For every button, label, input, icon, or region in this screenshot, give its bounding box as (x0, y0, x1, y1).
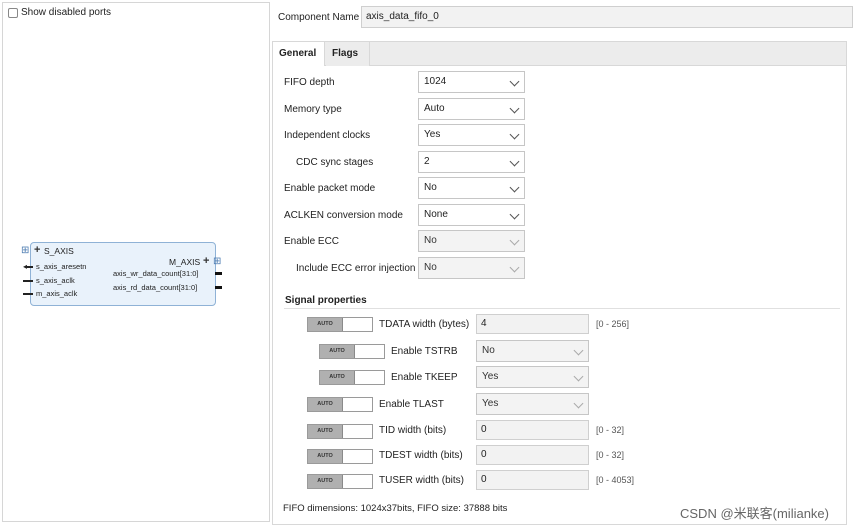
chevron-down-icon (573, 398, 584, 409)
tid-auto-toggle[interactable]: AUTO (307, 424, 373, 439)
tdest-auto-toggle[interactable]: AUTO (307, 449, 373, 464)
tid-width-label: TID width (bits) (379, 425, 447, 436)
fifo-depth-select[interactable]: 1024 (418, 71, 525, 93)
chevron-down-icon (509, 209, 520, 220)
enable-ecc-select[interactable]: No (418, 230, 525, 252)
tdata-width-field[interactable]: 4 (476, 314, 589, 334)
fifo-depth-label: FIFO depth (284, 77, 335, 88)
tdata-width-label: TDATA width (bytes) (379, 319, 470, 330)
aclken-conversion-mode-value: None (424, 209, 448, 220)
auto-knob: AUTO (308, 398, 343, 411)
chevron-down-icon (509, 156, 520, 167)
memory-type-label: Memory type (284, 104, 342, 115)
enable-tkeep-select[interactable]: Yes (476, 366, 589, 388)
port-in-label: s_axis_aclk (36, 276, 75, 285)
enable-tlast-value: Yes (482, 398, 499, 409)
chevron-down-icon (509, 76, 520, 87)
include-ecc-error-injection-select[interactable]: No (418, 257, 525, 279)
auto-knob: AUTO (320, 345, 355, 358)
tuser-width-range: [0 - 4053] (596, 475, 635, 485)
tid-width-range: [0 - 32] (596, 425, 625, 435)
watermark-text: CSDN @米联客(milianke) (680, 506, 829, 521)
auto-knob: AUTO (308, 318, 343, 331)
include-ecc-error-injection-value: No (424, 262, 437, 273)
component-name-field[interactable]: axis_data_fifo_0 (361, 6, 853, 28)
enable-tlast-label: Enable TLAST (379, 399, 444, 410)
chevron-down-icon (573, 371, 584, 382)
enable-tkeep-value: Yes (482, 371, 499, 382)
auto-knob: AUTO (308, 475, 343, 488)
port-bus-line (215, 286, 222, 289)
port-line (23, 280, 33, 282)
tdest-width-field[interactable]: 0 (476, 445, 589, 465)
chevron-down-icon (573, 345, 584, 356)
plus-icon: + (34, 244, 41, 256)
component-name-label: Component Name (278, 12, 360, 23)
bus-expand-icon[interactable]: ⊞ (213, 256, 221, 267)
tab-flags[interactable]: Flags (326, 42, 370, 66)
port-out-label: axis_rd_data_count[31:0] (113, 283, 198, 292)
auto-knob: AUTO (308, 425, 343, 438)
enable-tstrb-value: No (482, 345, 495, 356)
auto-knob: AUTO (308, 450, 343, 463)
memory-type-value: Auto (424, 103, 445, 114)
chevron-down-icon (509, 262, 520, 273)
enable-packet-mode-label: Enable packet mode (284, 183, 376, 194)
port-out-label: axis_wr_data_count[31:0] (113, 269, 199, 278)
cdc-sync-stages-value: 2 (424, 156, 430, 167)
fifo-depth-value: 1024 (424, 76, 447, 87)
signal-properties-title: Signal properties (285, 295, 367, 306)
independent-clocks-label: Independent clocks (284, 130, 371, 141)
tab-general[interactable]: General (273, 42, 325, 66)
cdc-sync-stages-select[interactable]: 2 (418, 151, 525, 173)
port-bus-line (215, 272, 222, 275)
cdc-sync-stages-label: CDC sync stages (296, 157, 374, 168)
show-disabled-ports-checkbox[interactable] (8, 8, 18, 18)
auto-knob: AUTO (320, 371, 355, 384)
port-in-label: m_axis_aclk (36, 289, 78, 298)
enable-packet-mode-select[interactable]: No (418, 177, 525, 199)
bus-out-label: M_AXIS (169, 257, 201, 267)
tuser-width-label: TUSER width (bits) (379, 475, 465, 486)
bus-in-label: S_AXIS (44, 246, 74, 256)
show-disabled-ports-label: Show disabled ports (21, 7, 112, 18)
port-line (27, 266, 33, 268)
enable-tlast-select[interactable]: Yes (476, 393, 589, 415)
bus-expand-icon[interactable]: ⊞ (21, 245, 29, 256)
aclken-conversion-mode-label: ACLKEN conversion mode (284, 210, 403, 221)
independent-clocks-value: Yes (424, 129, 441, 140)
tuser-width-field[interactable]: 0 (476, 470, 589, 490)
aclken-conversion-mode-select[interactable]: None (418, 204, 525, 226)
chevron-down-icon (509, 182, 520, 193)
section-divider (284, 308, 840, 309)
tlast-auto-toggle[interactable]: AUTO (307, 397, 373, 412)
port-line (23, 293, 33, 295)
tid-width-field[interactable]: 0 (476, 420, 589, 440)
chevron-down-icon (509, 235, 520, 246)
plus-icon: + (203, 255, 210, 267)
tstrb-auto-toggle[interactable]: AUTO (319, 344, 385, 359)
enable-ecc-label: Enable ECC (284, 236, 340, 247)
tdata-width-range: [0 - 256] (596, 319, 630, 329)
include-ecc-error-injection-label: Include ECC error injection (296, 263, 416, 274)
memory-type-select[interactable]: Auto (418, 98, 525, 120)
enable-packet-mode-value: No (424, 182, 437, 193)
independent-clocks-select[interactable]: Yes (418, 124, 525, 146)
port-in-label: s_axis_aresetn (36, 262, 87, 271)
tdest-width-range: [0 - 32] (596, 450, 625, 460)
enable-tstrb-select[interactable]: No (476, 340, 589, 362)
tdata-auto-toggle[interactable]: AUTO (307, 317, 373, 332)
enable-tkeep-label: Enable TKEEP (391, 372, 458, 383)
tdest-width-label: TDEST width (bits) (379, 450, 463, 461)
tkeep-auto-toggle[interactable]: AUTO (319, 370, 385, 385)
enable-ecc-value: No (424, 235, 437, 246)
enable-tstrb-label: Enable TSTRB (391, 346, 458, 357)
chevron-down-icon (509, 103, 520, 114)
fifo-dimensions-text: FIFO dimensions: 1024x37bits, FIFO size:… (283, 503, 508, 514)
chevron-down-icon (509, 129, 520, 140)
tuser-auto-toggle[interactable]: AUTO (307, 474, 373, 489)
